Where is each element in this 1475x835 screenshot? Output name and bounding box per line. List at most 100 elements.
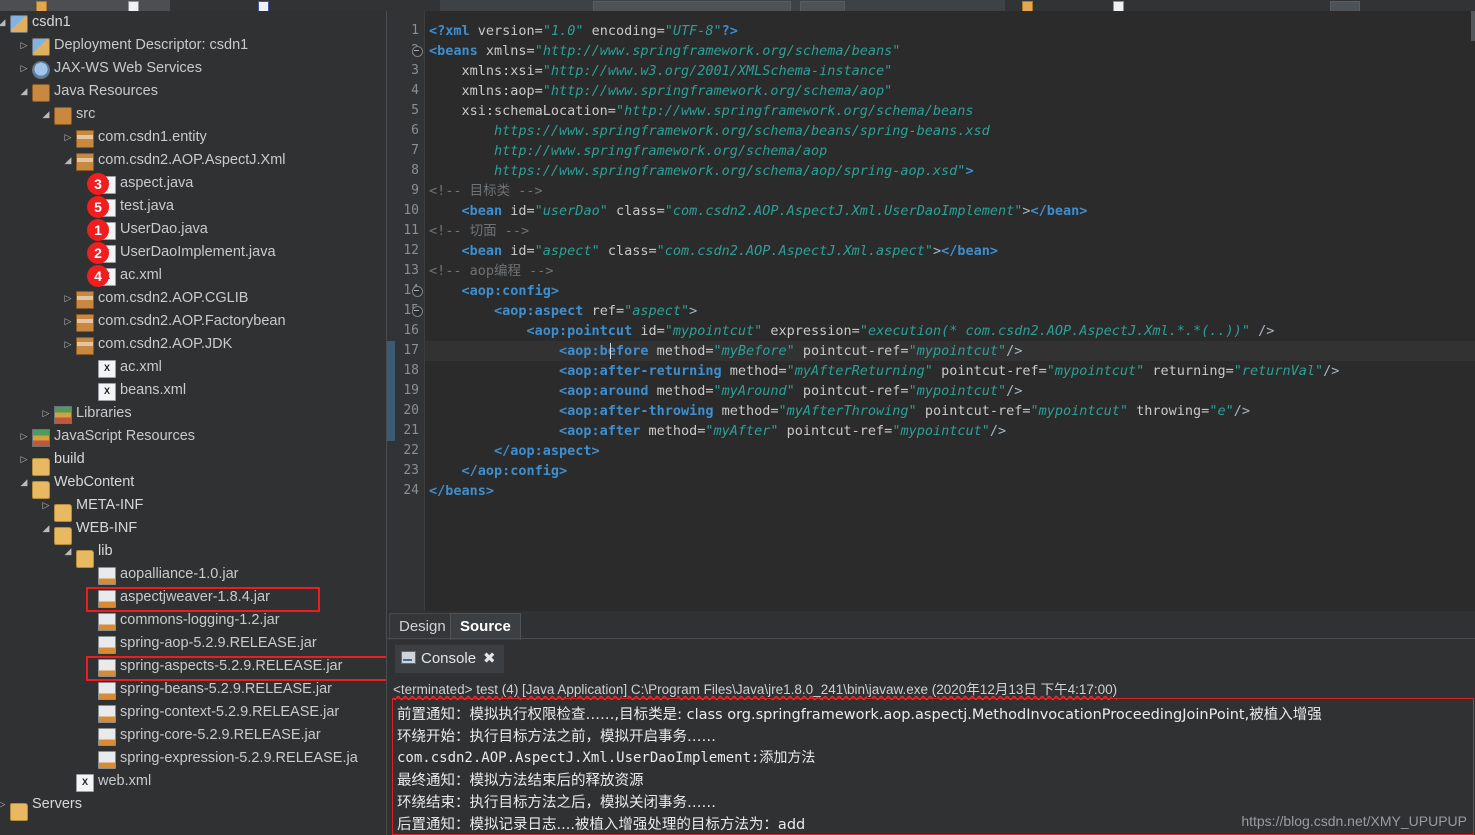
tree-item[interactable]: ▷ META-INF: [0, 494, 386, 522]
jar-icon: [98, 590, 116, 608]
chevron-right-icon[interactable]: ▷: [0, 793, 8, 816]
code-line[interactable]: <aop:aspect ref="aspect">: [429, 301, 697, 321]
tree-item[interactable]: spring-expression-5.2.9.RELEASE.ja: [0, 747, 386, 770]
tab-strip-segment-left[interactable]: [0, 0, 170, 11]
tree-item[interactable]: Xweb.xml: [0, 770, 386, 793]
tree-item[interactable]: ▷ com.csdn1.entity: [0, 126, 386, 149]
tree-item[interactable]: ▷ build: [0, 448, 386, 476]
chevron-down-icon[interactable]: ◢: [62, 540, 74, 563]
code-line[interactable]: https://www.springframework.org/schema/b…: [429, 121, 990, 141]
tree-item[interactable]: spring-core-5.2.9.RELEASE.jar: [0, 724, 386, 747]
fold-toggle-icon[interactable]: [412, 46, 423, 57]
code-token: pointcut-ref=: [794, 383, 909, 399]
tree-item[interactable]: aopalliance-1.0.jar: [0, 563, 386, 586]
tree-item[interactable]: Xac.xml: [0, 356, 386, 379]
tree-item[interactable]: JUserDaoImplement.java: [0, 241, 386, 264]
code-line[interactable]: <?xml version="1.0" encoding="UTF-8"?>: [429, 21, 738, 41]
fold-toggle-icon[interactable]: [412, 286, 423, 297]
tree-item[interactable]: ◢ WebContent: [0, 471, 386, 499]
tree-item[interactable]: IUserDao.java: [0, 218, 386, 241]
code-line[interactable]: xmlns:aop="http://www.springframework.or…: [429, 81, 893, 101]
chevron-right-icon[interactable]: ▷: [62, 333, 74, 356]
code-line[interactable]: https://www.springframework.org/schema/a…: [429, 161, 974, 181]
chevron-right-icon[interactable]: ▷: [18, 34, 30, 57]
close-icon[interactable]: ✖: [483, 650, 496, 667]
tree-item[interactable]: ▷ com.csdn2.AOP.JDK: [0, 333, 386, 356]
code-line[interactable]: <aop:after method="myAfter" pointcut-ref…: [429, 421, 1006, 441]
tree-item[interactable]: Xac.xml: [0, 264, 386, 287]
chevron-down-icon[interactable]: ◢: [40, 517, 52, 540]
chevron-right-icon[interactable]: ▷: [18, 57, 30, 80]
tree-item[interactable]: Jtest.java: [0, 195, 386, 218]
chevron-right-icon[interactable]: ▷: [62, 126, 74, 149]
code-line[interactable]: <aop:after-returning method="myAfterRetu…: [429, 361, 1339, 381]
code-line[interactable]: </beans>: [429, 481, 494, 501]
chevron-down-icon[interactable]: ◢: [18, 471, 30, 494]
tab-strip-segment-mid[interactable]: [170, 0, 440, 11]
code-line[interactable]: <aop:after-throwing method="myAfterThrow…: [429, 401, 1250, 421]
tree-item-label: WebContent: [54, 474, 135, 490]
tree-item[interactable]: Jaspect.java: [0, 172, 386, 195]
tree-item[interactable]: ▷ Servers: [0, 793, 386, 821]
code-line[interactable]: </aop:aspect>: [429, 441, 600, 461]
tree-item[interactable]: ▷ JavaScript Resources: [0, 425, 386, 448]
code-line[interactable]: <aop:before method="myBefore" pointcut-r…: [429, 341, 1022, 361]
xml-source-editor[interactable]: 123456789101112131415161718192021222324 …: [387, 11, 1475, 611]
package-explorer[interactable]: ◢csdn1▷Deployment Descriptor: csdn1▷JAX-…: [0, 11, 387, 835]
tree-item[interactable]: ▷ com.csdn2.AOP.CGLIB: [0, 287, 386, 310]
chevron-right-icon[interactable]: ▷: [40, 402, 52, 425]
code-line[interactable]: xsi:schemaLocation="http://www.springfra…: [429, 101, 974, 121]
code-line[interactable]: xmlns:xsi="http://www.w3.org/2001/XMLSch…: [429, 61, 893, 81]
tree-item[interactable]: Xbeans.xml: [0, 379, 386, 402]
chevron-down-icon[interactable]: ◢: [18, 80, 30, 103]
tree-item[interactable]: spring-aop-5.2.9.RELEASE.jar: [0, 632, 386, 655]
editor-vertical-scrollbar[interactable]: [1471, 11, 1475, 41]
code-line[interactable]: <beans xmlns="http://www.springframework…: [429, 41, 900, 61]
tree-item[interactable]: ◢ lib: [0, 540, 386, 568]
tree-item[interactable]: ▷ Libraries: [0, 402, 386, 425]
code-line[interactable]: <aop:config>: [429, 281, 560, 301]
code-line[interactable]: <!-- aop编程 -->: [429, 261, 554, 281]
tree-item[interactable]: ◢ WEB-INF: [0, 517, 386, 545]
chevron-down-icon[interactable]: ◢: [0, 11, 8, 34]
chevron-down-icon[interactable]: ◢: [40, 103, 52, 126]
tab-design[interactable]: Design: [389, 613, 456, 640]
editor-view-tabs[interactable]: Design Source: [387, 611, 1475, 640]
code-line[interactable]: <bean id="userDao" class="com.csdn2.AOP.…: [429, 201, 1088, 221]
tree-item[interactable]: aspectjweaver-1.8.4.jar: [0, 586, 386, 609]
tree-item[interactable]: ▷ com.csdn2.AOP.Factorybean: [0, 310, 386, 333]
code-line[interactable]: http://www.springframework.org/schema/ao…: [429, 141, 827, 161]
tree-item[interactable]: spring-beans-5.2.9.RELEASE.jar: [0, 678, 386, 701]
console-panel[interactable]: <terminated> test (4) [Java Application]…: [387, 673, 1475, 835]
tree-item[interactable]: commons-logging-1.2.jar: [0, 609, 386, 632]
tree-item[interactable]: ▷ JAX-WS Web Services: [0, 57, 386, 80]
tree-item[interactable]: spring-context-5.2.9.RELEASE.jar: [0, 701, 386, 724]
tree-item[interactable]: spring-aspects-5.2.9.RELEASE.jar: [0, 655, 386, 678]
console-tab-row[interactable]: Console ✖: [387, 645, 1475, 673]
chevron-right-icon[interactable]: ▷: [62, 287, 74, 310]
code-line[interactable]: </aop:config>: [429, 461, 568, 481]
code-line[interactable]: <aop:pointcut id="mypointcut" expression…: [429, 321, 1275, 341]
code-line[interactable]: <!-- 切面 -->: [429, 221, 529, 241]
code-line[interactable]: <!-- 目标类 -->: [429, 181, 543, 201]
chevron-right-icon[interactable]: ▷: [40, 494, 52, 517]
tree-item[interactable]: ◢ com.csdn2.AOP.AspectJ.Xml: [0, 149, 386, 172]
code-line[interactable]: <aop:around method="myAround" pointcut-r…: [429, 381, 1022, 401]
tree-item[interactable]: ◢ csdn1: [0, 11, 386, 34]
code-line[interactable]: <bean id="aspect" class="com.csdn2.AOP.A…: [429, 241, 999, 261]
chevron-right-icon[interactable]: ▷: [18, 425, 30, 448]
chevron-down-icon[interactable]: ◢: [62, 149, 74, 172]
editor-tabs-divider: [387, 638, 1475, 639]
tab-console[interactable]: Console ✖: [395, 645, 504, 673]
chevron-right-icon[interactable]: ▷: [62, 310, 74, 333]
chevron-right-icon[interactable]: ▷: [18, 448, 30, 471]
code-token: "1.0": [542, 23, 584, 39]
tab-source[interactable]: Source: [450, 613, 521, 640]
editor-code-area[interactable]: <?xml version="1.0" encoding="UTF-8"?> <b…: [425, 11, 1475, 611]
tab-strip-segment-right[interactable]: [1005, 0, 1475, 11]
tree-item[interactable]: ◢ src: [0, 103, 386, 126]
tree-item[interactable]: ◢ Java Resources: [0, 80, 386, 103]
code-token: </bean>: [1030, 203, 1088, 219]
fold-toggle-icon[interactable]: [412, 306, 423, 317]
tree-item[interactable]: ▷ Deployment Descriptor: csdn1: [0, 34, 386, 57]
